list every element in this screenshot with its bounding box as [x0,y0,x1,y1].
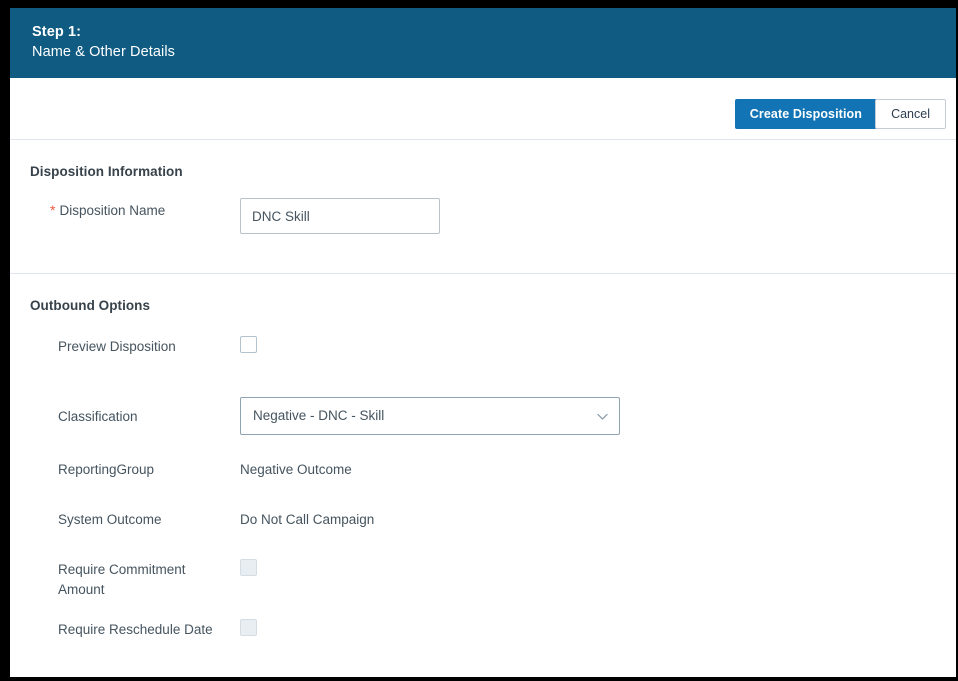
label-preview-disposition: Preview Disposition [58,339,176,354]
screenshot-frame: Step 1: Name & Other Details Create Disp… [0,0,958,681]
step-number-label: Step 1: [32,24,82,40]
section-outbound-options: Outbound Options Preview Disposition Cla… [10,274,956,677]
field-require-commitment-amount [210,558,956,576]
field-require-reschedule-date [240,618,956,636]
step-header: Step 1: Name & Other Details [10,8,956,78]
label-system-outcome: System Outcome [58,512,162,527]
label-classification: Classification [58,409,138,424]
cancel-button[interactable]: Cancel [875,99,946,129]
field-preview-disposition [240,335,956,353]
field-classification: Negative - DNC - Skill [240,397,956,435]
section-disposition-information: Disposition Information * Disposition Nam… [10,140,956,274]
preview-disposition-checkbox[interactable] [240,336,257,353]
require-reschedule-date-checkbox[interactable] [240,619,257,636]
required-asterisk-icon: * [50,202,56,218]
field-row-classification: Classification Negative - DNC - Skill [10,397,956,447]
disposition-name-input[interactable] [240,198,440,234]
disposition-wizard-page: Step 1: Name & Other Details Create Disp… [10,8,956,677]
field-row-preview-disposition: Preview Disposition [10,335,956,385]
field-row-require-commitment-amount: Require Commitment Amount [10,558,956,608]
classification-select[interactable]: Negative - DNC - Skill [240,397,620,435]
field-reporting-group: Negative Outcome [240,458,956,480]
action-bar: Create Disposition Cancel [10,78,956,140]
label-disposition-name: * Disposition Name [10,198,240,221]
label-require-commitment-amount: Require Commitment Amount [58,562,186,597]
require-commitment-amount-checkbox[interactable] [240,559,257,576]
field-disposition-name [240,198,956,234]
field-row-system-outcome: System Outcome Do Not Call Campaign [10,508,956,558]
field-system-outcome: Do Not Call Campaign [240,508,956,530]
section-title-outbound-options: Outbound Options [30,298,151,313]
system-outcome-value: Do Not Call Campaign [240,512,375,527]
step-name-label: Name & Other Details [32,44,176,60]
field-row-require-reschedule-date: Require Reschedule Date [10,618,956,668]
field-row-reporting-group: ReportingGroup Negative Outcome [10,458,956,508]
form-content: Disposition Information * Disposition Nam… [10,140,956,677]
classification-select-wrapper: Negative - DNC - Skill [240,397,620,435]
reporting-group-value: Negative Outcome [240,462,352,477]
section-title-disposition-information: Disposition Information [30,164,183,179]
create-disposition-button[interactable]: Create Disposition [734,99,877,129]
label-text-disposition-name: Disposition Name [59,203,166,218]
field-row-disposition-name: * Disposition Name [10,198,956,248]
label-reporting-group: ReportingGroup [58,462,155,477]
label-require-reschedule-date: Require Reschedule Date [58,622,213,637]
